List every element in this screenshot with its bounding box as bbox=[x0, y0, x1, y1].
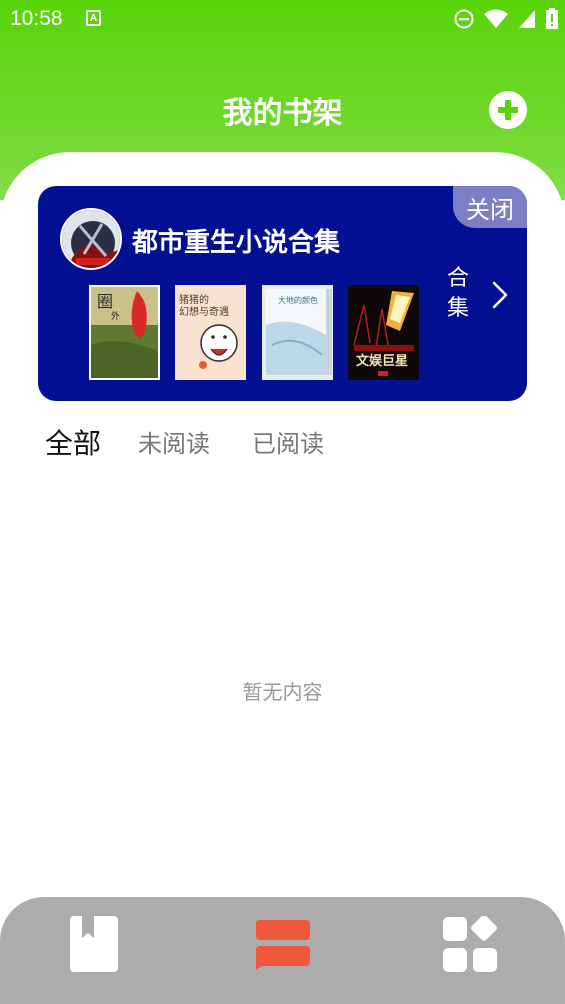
status-icons bbox=[453, 8, 559, 30]
battery-icon bbox=[546, 8, 558, 29]
svg-text:外: 外 bbox=[111, 310, 120, 322]
nav-bookshelf[interactable] bbox=[70, 916, 118, 976]
svg-text:圈: 圈 bbox=[97, 292, 113, 311]
svg-text:文娱巨星: 文娱巨星 bbox=[356, 353, 408, 369]
book-cover-3[interactable]: 大地的颜色 bbox=[262, 285, 333, 380]
collection-title: 都市重生小说合集 bbox=[132, 228, 341, 258]
tab-read[interactable]: 已阅读 bbox=[252, 424, 324, 459]
close-button[interactable]: 关闭 bbox=[453, 186, 527, 228]
filter-tabs: 全部 未阅读 已阅读 bbox=[0, 420, 565, 464]
nav-library[interactable] bbox=[254, 916, 312, 976]
wifi-icon bbox=[484, 9, 508, 28]
book-cover-4[interactable]: 文娱巨星 bbox=[348, 285, 419, 380]
page-title: 我的书架 bbox=[222, 96, 343, 131]
apps-grid-icon bbox=[443, 915, 497, 972]
tab-unread[interactable]: 未阅读 bbox=[138, 424, 210, 459]
svg-text:大地的颜色: 大地的颜色 bbox=[278, 295, 318, 305]
library-icon bbox=[256, 920, 310, 970]
book-cover-2[interactable]: 猪猪的 幻想与奇遇 bbox=[175, 285, 246, 380]
bottom-nav bbox=[0, 897, 565, 1004]
add-button[interactable] bbox=[489, 91, 527, 129]
svg-text:猪猪的: 猪猪的 bbox=[179, 293, 209, 306]
notification-a-icon: A bbox=[86, 10, 101, 26]
plus-circle-icon bbox=[489, 91, 527, 129]
nav-apps[interactable] bbox=[442, 915, 500, 978]
book-cover-1[interactable]: 圈 外 bbox=[89, 285, 160, 380]
chevron-right-icon bbox=[492, 281, 508, 309]
collection-avatar bbox=[60, 208, 122, 270]
signal-icon bbox=[519, 10, 535, 28]
empty-state: 暂无内容 bbox=[242, 680, 323, 704]
collection-card[interactable]: 关闭 都市重生小说合集 圈 外 猪猪的 幻想与奇遇 大地的颜色 文娱巨星 合集 bbox=[38, 186, 527, 401]
tab-all[interactable]: 全部 bbox=[45, 422, 101, 462]
status-time: 10:58 bbox=[10, 7, 63, 30]
status-bar: 10:58 A bbox=[0, 0, 565, 38]
svg-text:幻想与奇遇: 幻想与奇遇 bbox=[179, 305, 229, 318]
collection-link-label: 合集 bbox=[446, 266, 469, 321]
do-not-disturb-icon bbox=[454, 9, 474, 29]
collection-link[interactable]: 合集 bbox=[442, 260, 522, 330]
bookshelf-icon bbox=[70, 916, 118, 972]
